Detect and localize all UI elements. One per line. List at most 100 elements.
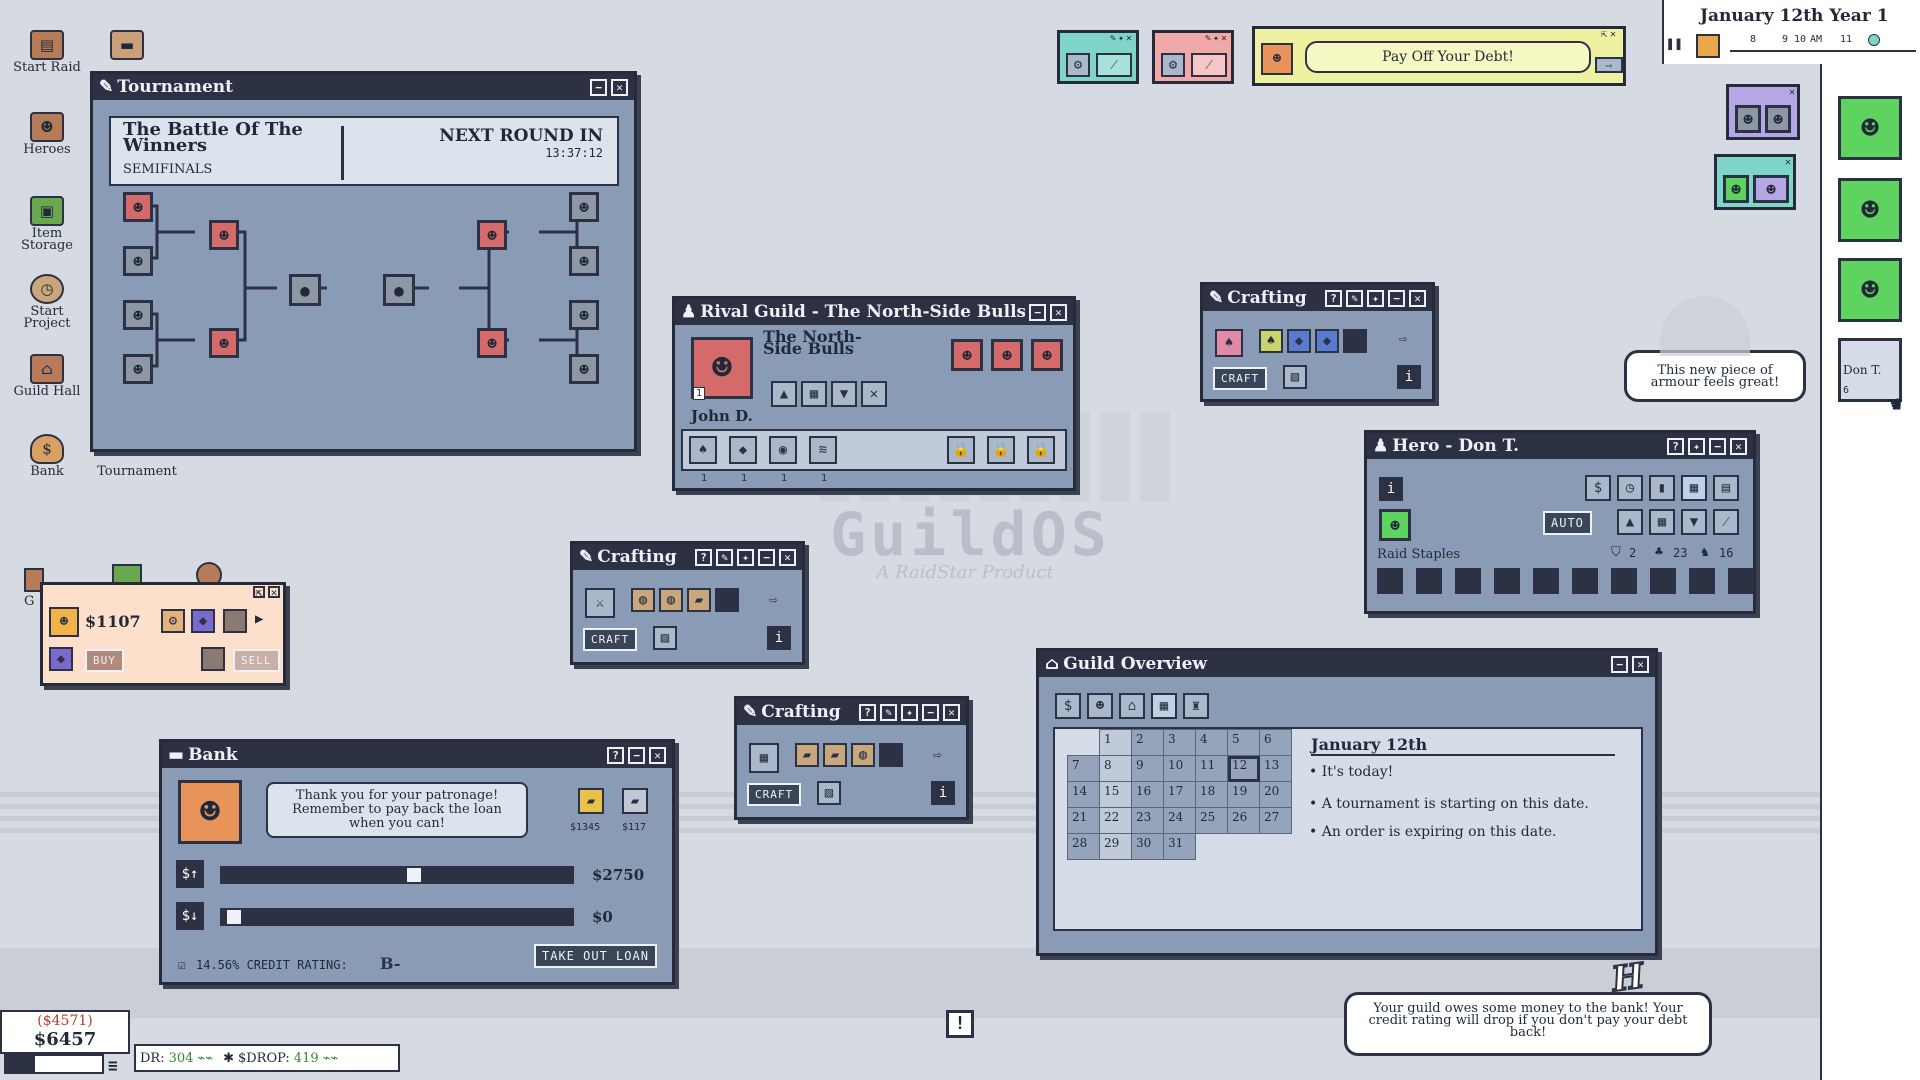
calendar-day[interactable]: 23 — [1131, 807, 1164, 834]
hero-card[interactable]: ☻ — [1838, 178, 1902, 242]
gem-icon[interactable]: ◆ — [1315, 329, 1339, 353]
arrow-right-icon[interactable]: ▶ — [255, 611, 263, 627]
gem-icon[interactable]: ◆ — [1287, 329, 1311, 353]
calendar-day[interactable]: 25 — [1195, 807, 1228, 834]
item-icon[interactable]: ⁄ — [1096, 53, 1132, 77]
quest-banner[interactable]: Pay Off Your Debt! — [1305, 41, 1591, 73]
inventory-slot[interactable] — [1572, 568, 1598, 594]
hero-portrait[interactable]: ☻ — [1379, 509, 1411, 541]
slider-handle[interactable] — [227, 910, 241, 924]
gem-icon[interactable]: ◆ — [191, 609, 215, 633]
boots-icon[interactable]: ▼ — [831, 381, 857, 407]
mini-window-controls[interactable]: ✎✦✕ — [1205, 33, 1229, 44]
empty-slot[interactable] — [201, 647, 225, 671]
inventory-slot[interactable] — [1533, 568, 1559, 594]
diamond-icon[interactable]: ◆ — [729, 436, 757, 464]
empty-slot[interactable] — [1343, 329, 1367, 353]
tournament-titlebar[interactable]: ✎ Tournament − ✕ — [93, 74, 634, 100]
bracket-portrait[interactable]: ☻ — [569, 246, 599, 276]
weapon-icon[interactable]: ✕ — [861, 381, 887, 407]
close-button[interactable]: ✕ — [611, 78, 628, 96]
leather-icon[interactable]: ◍ — [851, 743, 875, 767]
take-out-loan-button[interactable]: TAKE OUT LOAN — [534, 944, 657, 968]
inventory-slot[interactable] — [1611, 568, 1637, 594]
empty-slot[interactable] — [223, 609, 247, 633]
shop-titlebar[interactable]: ⇱ ✕ — [43, 585, 283, 601]
bracket-portrait[interactable]: ☻ — [477, 220, 507, 250]
calendar-day[interactable]: 18 — [1195, 781, 1228, 808]
crafting-window[interactable]: ✎ Crafting ? ✎ ✦ − ✕ ⚔ ◍ ◍ ▰ ⇨ CRAFT ▨ i — [570, 541, 805, 665]
mini-window-controls[interactable]: ✎✦✕ — [1110, 33, 1134, 44]
quest-controls[interactable]: ⇱✕ — [1601, 29, 1619, 40]
boots-icon[interactable]: ▼ — [1681, 509, 1707, 535]
sell-button[interactable]: SELL — [233, 649, 280, 672]
calendar-day[interactable]: 28 — [1067, 833, 1100, 860]
close-icon[interactable]: ✕ — [1785, 157, 1791, 168]
calendar-day[interactable]: 14 — [1067, 781, 1100, 808]
desktop-top-chest[interactable]: ▬ — [92, 30, 162, 62]
wood-icon[interactable]: ▰ — [795, 743, 819, 767]
bracket-portrait[interactable]: ☻ — [123, 192, 153, 222]
wood-icon[interactable]: ▰ — [823, 743, 847, 767]
hero-mini-portrait[interactable]: ☻ — [1723, 175, 1749, 203]
desktop-start-project[interactable]: ◷ Start Project — [12, 274, 82, 330]
wrench-button[interactable]: ✎ — [1346, 289, 1363, 307]
crafting-titlebar[interactable]: ✎ Crafting ? ✎ ✦ − ✕ — [737, 699, 966, 725]
calendar-day[interactable]: 7 — [1067, 755, 1100, 782]
guild-overview-window[interactable]: ⌂ Guild Overview − ✕ $ ☻ ⌂ ▦ ♜ 1 2 3 4 5… — [1036, 648, 1658, 956]
desktop-start-raid[interactable]: ▤ Start Raid — [12, 30, 82, 74]
gold-ingot-icon[interactable]: ▰ — [578, 788, 604, 814]
gem-icon[interactable]: ◆ — [49, 647, 73, 671]
no-recipe-icon[interactable]: ▨ — [1283, 365, 1307, 389]
alert-icon[interactable]: ! — [946, 1010, 974, 1038]
close-button[interactable]: ✕ — [1632, 655, 1649, 673]
rival-guild-window[interactable]: ♟ Rival Guild - The North-Side Bulls − ✕… — [672, 296, 1076, 491]
buy-button[interactable]: BUY — [85, 649, 124, 672]
bracket-portrait[interactable]: ☻ — [569, 354, 599, 384]
close-button[interactable]: ✕ — [1050, 303, 1067, 321]
repay-slider[interactable] — [220, 908, 574, 926]
rival-titlebar[interactable]: ♟ Rival Guild - The North-Side Bulls − ✕ — [675, 299, 1073, 325]
bracket-finalist-unknown[interactable]: ● — [383, 274, 415, 306]
calendar-tab-icon[interactable]: ▦ — [1151, 693, 1177, 719]
inventory-slot[interactable] — [1455, 568, 1481, 594]
clock-icon[interactable]: ◷ — [1617, 475, 1643, 501]
empty-slot[interactable] — [879, 743, 903, 767]
close-button[interactable]: ✕ — [1730, 437, 1747, 455]
bracket-portrait[interactable]: ☻ — [123, 300, 153, 330]
calendar-day[interactable]: 27 — [1259, 807, 1292, 834]
party-window[interactable]: ✕ ☻ ☻ — [1714, 154, 1796, 210]
calendar-day[interactable]: 2 — [1131, 729, 1164, 756]
calendar-day[interactable]: 1 — [1099, 729, 1132, 756]
info-icon[interactable]: i — [767, 626, 791, 650]
expand-button[interactable]: ⇱ — [253, 586, 265, 599]
minimize-button[interactable]: − — [922, 703, 939, 721]
minimize-button[interactable]: − — [590, 78, 607, 96]
inventory-slot[interactable] — [1377, 568, 1403, 594]
calendar-day[interactable]: 4 — [1195, 729, 1228, 756]
armour-icon[interactable]: ▦ — [1649, 509, 1675, 535]
hero-window[interactable]: ♟ Hero - Don T. ? ✦ − ✕ i ☻ Raid Staples… — [1364, 430, 1756, 614]
bank-window[interactable]: ▬ Bank ? − ✕ ☻ Thank you for your patron… — [159, 739, 675, 985]
close-icon[interactable]: ✕ — [1789, 87, 1795, 98]
crafting-titlebar[interactable]: ✎ Crafting ? ✎ ✦ − ✕ — [573, 544, 802, 570]
desktop-item-storage[interactable]: ▣ Item Storage — [12, 196, 82, 252]
inventory-slot[interactable] — [1494, 568, 1520, 594]
minimize-button[interactable]: − — [1709, 437, 1726, 455]
calendar-day[interactable]: 15 — [1099, 781, 1132, 808]
empty-slot[interactable] — [715, 588, 739, 612]
arrow-right-icon[interactable]: ⇨ — [1595, 57, 1623, 73]
help-button[interactable]: ? — [1667, 437, 1684, 455]
desktop-guild-hall[interactable]: ⌂ Guild Hall — [12, 354, 82, 398]
calendar-day-current[interactable]: 12 — [1227, 755, 1260, 782]
rival-member-portrait[interactable]: ☻ — [951, 339, 983, 371]
mini-window[interactable]: ✎✦✕ ⚙ ⁄ — [1057, 30, 1139, 84]
party-window[interactable]: ✕ ☻ ☻ — [1726, 84, 1800, 140]
hero-titlebar[interactable]: ♟ Hero - Don T. ? ✦ − ✕ — [1367, 433, 1753, 459]
silver-ingot-icon[interactable]: ▰ — [622, 788, 648, 814]
calendar-day[interactable]: 10 — [1163, 755, 1196, 782]
pause-button[interactable]: ❚❚ — [1666, 36, 1686, 60]
minimize-button[interactable]: − — [758, 548, 775, 566]
lock-icon[interactable]: 🔒 — [987, 436, 1015, 464]
item-icon[interactable]: ⁄ — [1191, 53, 1227, 77]
